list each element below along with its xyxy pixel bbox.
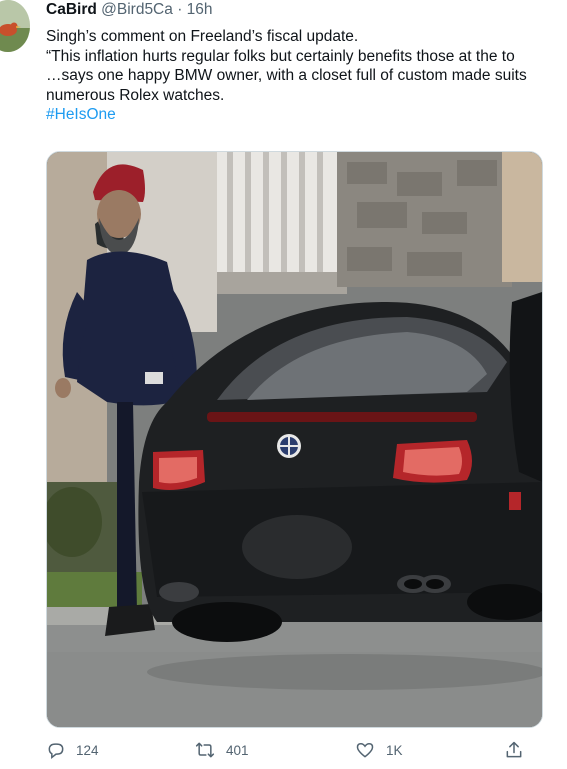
retweet-count: 401	[226, 742, 249, 758]
display-name[interactable]: CaBird	[46, 1, 97, 18]
tweet-text-line: …says one happy BMW owner, with a closet…	[46, 67, 527, 84]
reply-icon	[46, 740, 66, 760]
reply-button[interactable]: 124	[46, 740, 99, 760]
timestamp[interactable]: 16h	[187, 1, 213, 18]
like-count: 1K	[386, 742, 403, 758]
reply-count: 124	[76, 742, 99, 758]
tweet-text-line: Singh’s comment on Freeland’s fiscal upd…	[46, 28, 359, 45]
avatar[interactable]	[0, 0, 30, 52]
tweet[interactable]: CaBird @Bird5Ca · 16h Singh’s comment on…	[0, 0, 567, 769]
like-button[interactable]: 1K	[354, 740, 403, 760]
separator: ·	[177, 1, 183, 18]
retweet-icon	[194, 740, 216, 760]
hashtag-link[interactable]: #HeIsOne	[46, 105, 567, 125]
tweet-actions: 124 401 1K	[46, 736, 536, 766]
tweet-text-line: numerous Rolex watches.	[46, 86, 225, 104]
tweet-header: CaBird @Bird5Ca · 16h	[46, 1, 213, 19]
tweet-video[interactable]	[46, 151, 543, 728]
tweet-text-line: “This inflation hurts regular folks but …	[46, 47, 515, 65]
share-button[interactable]	[504, 740, 524, 760]
retweet-button[interactable]: 401	[194, 740, 249, 760]
share-icon	[504, 740, 524, 760]
user-handle[interactable]: @Bird5Ca	[101, 1, 173, 18]
like-icon	[354, 740, 376, 760]
tweet-text: Singh’s comment on Freeland’s fiscal upd…	[46, 27, 567, 125]
